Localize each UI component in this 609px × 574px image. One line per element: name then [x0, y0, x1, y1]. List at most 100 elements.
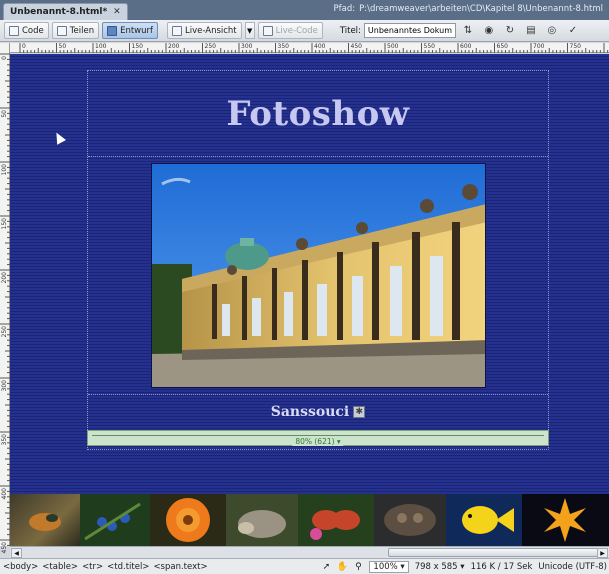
ruler-label: 450 [350, 43, 362, 50]
tag-span-text[interactable]: <span.text> [153, 562, 207, 572]
close-icon[interactable]: ✕ [113, 7, 121, 17]
ruler-label: 550 [423, 43, 435, 50]
document-tab-label: Unbenannt-8.html* [10, 7, 108, 17]
ruler-label: 250 [1, 326, 8, 338]
file-management-icon[interactable]: ⇅ [459, 23, 477, 39]
live-code-button[interactable]: Live-Code [257, 22, 323, 39]
span-marker-icon[interactable]: ✱ [353, 405, 366, 418]
code-view-label: Code [22, 25, 44, 36]
live-view-dropdown[interactable]: ▼ [244, 22, 255, 39]
tag-td-titel[interactable]: <td.titel> [107, 562, 149, 572]
scrollbar-thumb[interactable] [388, 548, 608, 557]
ruler-label: 100 [1, 164, 8, 176]
photo-caption: Sanssouci [270, 403, 350, 420]
ruler-label: 350 [1, 434, 8, 446]
ruler-label: 0 [1, 56, 8, 60]
hand-tool-icon[interactable]: ✋ [337, 562, 348, 572]
zoom-tool-icon[interactable]: ⚲ [353, 562, 363, 572]
window-size[interactable]: 798 x 585 ▾ [415, 562, 465, 572]
thumbnail-berries[interactable] [80, 494, 150, 546]
ruler-label: 700 [533, 43, 545, 50]
ruler-label: 250 [204, 43, 216, 50]
ruler-label: 400 [314, 43, 326, 50]
zoom-select[interactable]: 100% ▾ [369, 561, 409, 573]
file-info: 116 K / 17 Sek [470, 562, 533, 572]
view-options-icon[interactable]: ▤ [522, 23, 540, 39]
ruler-label: 150 [131, 43, 143, 50]
tag-body[interactable]: <body> [3, 562, 38, 572]
table-width-line [92, 435, 544, 436]
mouse-pointer-icon [52, 130, 66, 145]
live-code-icon [262, 25, 273, 36]
title-cell[interactable]: Fotoshow [88, 71, 548, 157]
document-toolbar: Code Teilen Entwurf Live-Ansicht ▼ Live-… [0, 20, 609, 42]
ruler-label: 600 [460, 43, 472, 50]
ruler-label: 300 [1, 380, 8, 392]
ruler-label: 150 [1, 218, 8, 230]
table-width-label[interactable]: 80% (621) ▾ [292, 437, 344, 446]
tag-table[interactable]: <table> [42, 562, 78, 572]
thumbnail-butterfly[interactable] [298, 494, 374, 546]
thumbnail-strip [10, 494, 609, 546]
status-bar: <body> <table> <tr> <td.titel> <span.tex… [0, 558, 609, 574]
table-width-indicator[interactable]: 80% (621) ▾ [87, 430, 549, 446]
thumbnail-moth[interactable] [374, 494, 446, 546]
ruler-label: 0 [22, 43, 26, 50]
scroll-left-icon[interactable]: ◀ [11, 548, 22, 558]
ruler-label: 200 [168, 43, 180, 50]
ruler-label: 450 [1, 542, 8, 554]
file-path-label: Pfad: [333, 4, 356, 14]
window-size-value: 798 x 585 [414, 562, 458, 572]
title-label: Titel: [339, 25, 361, 36]
title-field[interactable] [363, 23, 456, 38]
ruler-label: 100 [95, 43, 107, 50]
ruler-label: 50 [58, 43, 67, 50]
status-right-group: ➚ ✋ ⚲ 100% ▾ 798 x 585 ▾ 116 K / 17 Sek … [321, 561, 607, 573]
page-title: Fotoshow [226, 93, 410, 134]
sanssouci-photo[interactable] [151, 163, 486, 388]
ruler-label: 750 [569, 43, 581, 50]
ruler-label: 200 [1, 272, 8, 284]
code-view-button[interactable]: Code [4, 22, 49, 39]
zoom-value: 100% [373, 562, 398, 572]
visual-aids-icon[interactable]: ◎ [543, 23, 561, 39]
validate-icon[interactable]: ✓ [564, 23, 582, 39]
refresh-icon[interactable]: ↻ [501, 23, 519, 39]
file-path: Pfad: P:\dreamweaver\arbeiten\CD\Kapitel… [334, 4, 604, 14]
ruler-label: 400 [1, 488, 8, 500]
ruler-label: 650 [496, 43, 508, 50]
horizontal-ruler: 0 50 100 150 200 250 300 350 400 450 500 550 600 650 7… [10, 43, 609, 53]
design-view-icon [107, 25, 118, 36]
split-view-button[interactable]: Teilen [51, 22, 100, 39]
split-view-icon [56, 25, 67, 36]
thumbnail-star-lamp[interactable] [522, 494, 609, 546]
live-view-button[interactable]: Live-Ansicht [167, 22, 242, 39]
thumbnail-orange-flower[interactable] [150, 494, 226, 546]
design-view-button[interactable]: Entwurf [102, 22, 159, 39]
live-code-label: Live-Code [275, 25, 318, 36]
split-view-label: Teilen [69, 25, 95, 36]
horizontal-scrollbar[interactable]: ◀ ▶ [10, 546, 609, 558]
design-view-label: Entwurf [120, 25, 154, 36]
document-tab[interactable]: Unbenannt-8.html* ✕ [3, 3, 128, 20]
document-tab-bar: Unbenannt-8.html* ✕ Pfad: P:\dreamweaver… [0, 0, 609, 20]
ruler-label: 50 [1, 110, 8, 118]
design-canvas[interactable]: Fotoshow Sanssouci ✱ 80% (621) ▾ [10, 54, 609, 546]
thumbnail-yellow-fish[interactable] [446, 494, 522, 546]
sanssouci-image [152, 164, 485, 387]
thumbnail-hedgehog[interactable] [226, 494, 298, 546]
ruler-label: 500 [387, 43, 399, 50]
thumbnail-insect[interactable] [10, 494, 80, 546]
code-view-icon [9, 25, 19, 36]
ruler-label: 350 [277, 43, 289, 50]
scroll-right-icon[interactable]: ▶ [597, 548, 608, 558]
caption-cell[interactable]: Sanssouci ✱ [88, 394, 548, 428]
tag-tr[interactable]: <tr> [82, 562, 103, 572]
live-view-icon [172, 25, 183, 36]
encoding: Unicode (UTF-8) [538, 562, 607, 572]
file-path-value: P:\dreamweaver\arbeiten\CD\Kapitel 8\Unb… [359, 4, 603, 14]
preview-browser-icon[interactable]: ◉ [480, 23, 498, 39]
live-view-label: Live-Ansicht [185, 25, 237, 36]
ruler-label: 300 [241, 43, 253, 50]
select-tool-icon[interactable]: ➚ [321, 562, 331, 572]
